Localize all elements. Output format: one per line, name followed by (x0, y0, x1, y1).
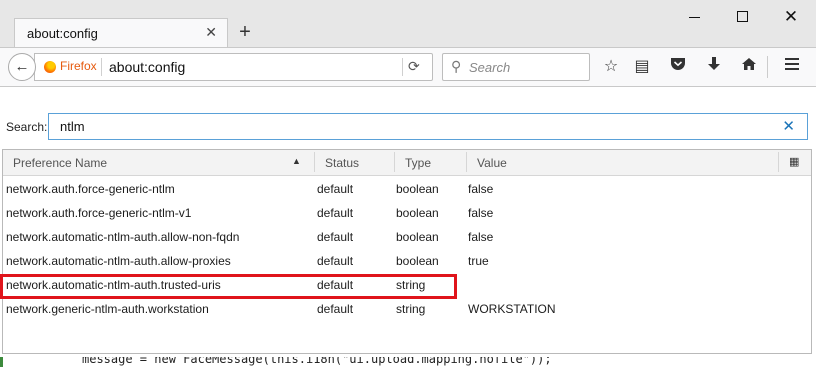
column-header-value[interactable]: Value (477, 156, 507, 170)
search-icon: ⚲ (451, 58, 462, 74)
minimize-icon (689, 17, 700, 18)
column-picker-icon[interactable]: ▦ (789, 155, 799, 168)
preferences-table: Preference Name ▲ Status Type Value ▦ ne… (2, 149, 812, 354)
background-editor-strip: message = new FaceMessage(this.i18n("ui.… (0, 357, 816, 367)
column-separator (778, 152, 779, 172)
filter-input[interactable]: ntlm ✕ (48, 113, 808, 140)
pref-status: default (317, 206, 354, 220)
table-row[interactable]: network.auth.force-generic-ntlm default … (3, 177, 811, 201)
filter-row: Search: ntlm ✕ (0, 110, 816, 142)
pref-value: false (468, 230, 494, 244)
pref-status: default (317, 182, 354, 196)
maximize-icon (737, 11, 748, 22)
table-row[interactable]: network.automatic-ntlm-auth.allow-proxie… (3, 249, 811, 273)
pref-name: network.auth.force-generic-ntlm-v1 (6, 206, 192, 220)
pref-type: boolean (396, 230, 439, 244)
pref-value: true (468, 254, 489, 268)
pocket-shape (671, 58, 685, 70)
pref-status: default (317, 254, 354, 268)
pref-type: boolean (396, 206, 439, 220)
pref-type: boolean (396, 254, 439, 268)
highlight-annotation (0, 274, 457, 299)
pref-status: default (317, 302, 354, 316)
new-tab-button[interactable]: + (234, 20, 256, 44)
pref-name: network.automatic-ntlm-auth.allow-non-fq… (6, 230, 240, 244)
title-bar: about:config ✕ + ✕ (0, 0, 816, 47)
column-header-preference-name[interactable]: Preference Name (13, 156, 107, 170)
background-code-line: message = new FaceMessage(this.i18n("ui.… (82, 357, 552, 366)
filter-label: Search: (6, 120, 48, 134)
back-arrow-icon: ← (14, 58, 30, 75)
reload-separator (402, 58, 403, 76)
table-row[interactable]: network.auth.force-generic-ntlm-v1 defau… (3, 201, 811, 225)
tab-title: about:config (27, 26, 98, 41)
reload-icon[interactable]: ⟳ (408, 58, 420, 75)
pref-name: network.automatic-ntlm-auth.allow-proxie… (6, 254, 231, 268)
navigation-toolbar: Firefox about:config ⟳ ← ⚲ Search ☆ ▤ (0, 47, 816, 87)
minimize-button[interactable] (684, 6, 706, 28)
hamburger-shape (785, 58, 799, 70)
sort-ascending-icon[interactable]: ▲ (292, 156, 301, 166)
pref-value: false (468, 206, 494, 220)
filter-value: ntlm (60, 119, 85, 134)
web-search-placeholder: Search (469, 60, 511, 75)
table-row[interactable]: network.generic-ntlm-auth.workstation de… (3, 297, 811, 321)
pref-name: network.auth.force-generic-ntlm (6, 182, 175, 196)
back-button[interactable]: ← (8, 53, 36, 81)
column-separator[interactable] (314, 152, 315, 172)
pref-status: default (317, 230, 354, 244)
column-separator[interactable] (466, 152, 467, 172)
editor-gutter-marker (0, 357, 3, 367)
hamburger-menu-icon[interactable] (780, 56, 804, 78)
firefox-logo-icon (44, 61, 56, 73)
table-header: Preference Name ▲ Status Type Value ▦ (3, 150, 811, 176)
web-search-input[interactable]: ⚲ Search (442, 53, 590, 81)
pocket-icon[interactable] (666, 56, 690, 78)
pref-value: false (468, 182, 494, 196)
clear-filter-icon[interactable]: ✕ (782, 117, 795, 135)
column-header-type[interactable]: Type (405, 156, 431, 170)
table-row[interactable]: network.automatic-ntlm-auth.allow-non-fq… (3, 225, 811, 249)
maximize-button[interactable] (732, 6, 754, 28)
home-icon[interactable] (737, 56, 761, 78)
url-bar[interactable]: Firefox about:config ⟳ (34, 53, 433, 81)
toolbar-separator (767, 56, 768, 78)
pref-value: WORKSTATION (468, 302, 556, 316)
tab-about-config[interactable]: about:config ✕ (14, 18, 228, 47)
identity-label[interactable]: Firefox (60, 59, 97, 73)
close-window-button[interactable]: ✕ (780, 6, 802, 28)
pref-name: network.generic-ntlm-auth.workstation (6, 302, 209, 316)
download-icon[interactable] (702, 56, 726, 78)
download-shape (708, 57, 720, 70)
close-icon: ✕ (783, 7, 799, 26)
url-text[interactable]: about:config (109, 59, 185, 75)
reading-list-icon[interactable]: ▤ (630, 56, 654, 78)
bookmark-star-icon[interactable]: ☆ (599, 56, 623, 78)
column-separator[interactable] (394, 152, 395, 172)
about-config-page: Search: ntlm ✕ Preference Name ▲ Status … (0, 87, 816, 367)
column-header-status[interactable]: Status (325, 156, 359, 170)
close-tab-icon[interactable]: ✕ (205, 24, 217, 41)
pref-type: string (396, 302, 426, 316)
home-shape (742, 58, 756, 70)
pref-type: boolean (396, 182, 439, 196)
url-divider (101, 58, 102, 76)
